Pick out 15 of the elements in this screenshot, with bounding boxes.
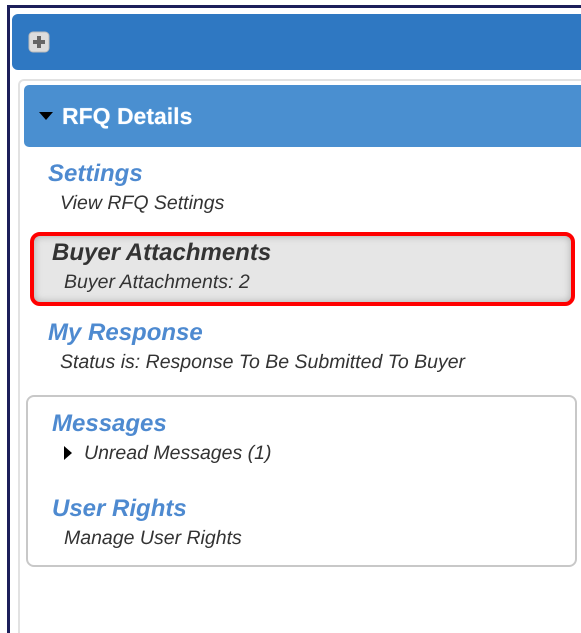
item-description: Status is: Response To Be Submitted To Buyer (60, 350, 466, 374)
item-title: Settings (48, 161, 143, 188)
item-title: Buyer Attachments (52, 240, 272, 267)
plus-icon[interactable] (28, 31, 50, 53)
item-description: Manage User Rights (64, 526, 242, 551)
selected-item[interactable]: Buyer Attachments Buyer Attachments: 2 (30, 232, 575, 306)
panel-link[interactable]: User Rights (52, 496, 187, 522)
item-title: My Response (48, 320, 203, 346)
nav-item[interactable]: Settings View RFQ Settings (24, 157, 575, 222)
section-title: RFQ Details (62, 102, 192, 131)
panel-link[interactable]: Messages (52, 410, 167, 438)
item-description: View RFQ Settings (60, 191, 224, 216)
item-description[interactable]: Unread Messages (1) (84, 438, 272, 468)
item-description: Buyer Attachments: 2 (64, 270, 250, 296)
nav-item[interactable]: My Response Status is: Response To Be Submitted To Buyer (24, 316, 575, 381)
